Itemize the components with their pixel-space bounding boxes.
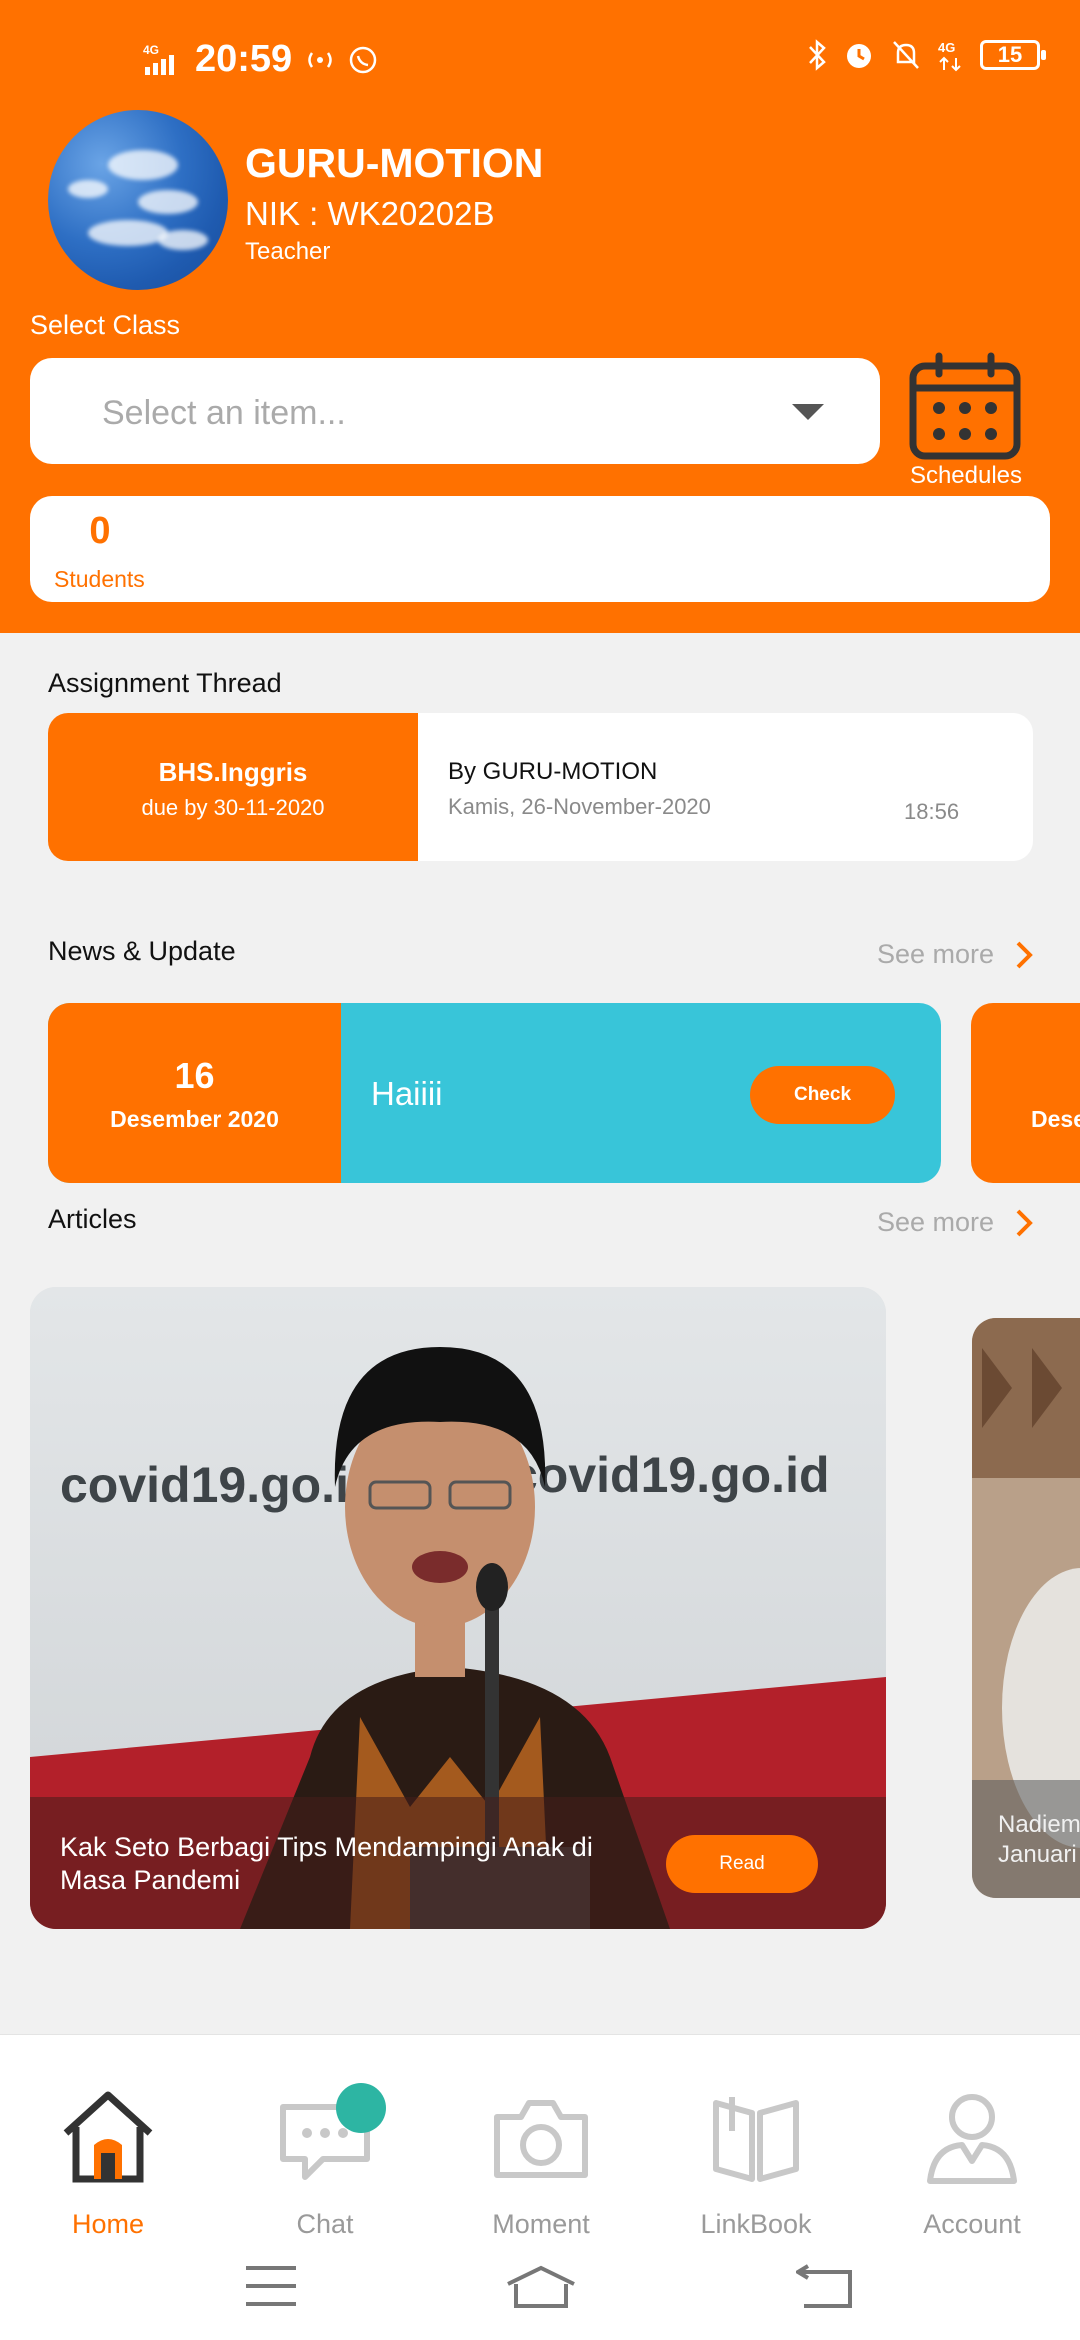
bluetooth-icon <box>809 39 826 71</box>
alarm-icon <box>847 44 871 68</box>
article-card[interactable]: Nadiem Januari <box>972 1318 1080 1898</box>
article-title: Kak Seto Berbagi Tips Mendampingi Anak d… <box>60 1832 593 1895</box>
whatsapp-icon <box>349 46 377 73</box>
article-title: Nadiem Januari <box>998 1811 1080 1868</box>
status-left: 4G 20:59 <box>143 38 378 81</box>
avatar[interactable] <box>48 110 228 290</box>
see-more-label: See more <box>877 939 995 969</box>
nav-moment[interactable]: Moment <box>456 2057 626 2239</box>
nav-home[interactable]: Home <box>23 2057 193 2239</box>
camera-icon <box>494 2100 588 2178</box>
articles-section-title: Articles <box>48 1204 137 1234</box>
assignment-subject-block: BHS.Inggris due by 30-11-2020 <box>48 713 418 861</box>
profile-name: GURU-MOTION <box>245 140 544 186</box>
home-icon <box>63 2091 153 2183</box>
articles-see-more-link[interactable]: See more <box>877 1207 1034 1238</box>
nav-chat[interactable]: Chat <box>240 2057 410 2239</box>
article-card[interactable]: covid19.go.id covid19.go.id Kak Seto Ber… <box>30 1287 886 1929</box>
students-count: 0 <box>89 510 111 552</box>
news-date-block: 16 Desember 2020 <box>48 1003 341 1183</box>
news-month: Desember 2020 <box>110 1106 279 1132</box>
svg-text:covid19.go.id: covid19.go.id <box>60 1457 380 1513</box>
hotspot-icon <box>308 51 332 68</box>
news-see-more-link[interactable]: See more <box>877 939 1034 970</box>
class-select-dropdown[interactable]: Select an item... <box>30 358 880 464</box>
menu-icon[interactable] <box>244 2264 298 2308</box>
battery-icon: 15 <box>980 40 1046 70</box>
assignment-subject: BHS.Inggris <box>158 757 308 787</box>
class-select-placeholder: Select an item... <box>102 394 346 432</box>
article-caption: Nadiem Januari <box>972 1780 1080 1898</box>
system-navigation-bar <box>0 2230 1080 2340</box>
assignment-date: Kamis, 26-November-2020 <box>448 794 711 819</box>
svg-text:covid19.go.id: covid19.go.id <box>510 1447 830 1503</box>
status-right: 4G 15 <box>806 38 1046 72</box>
news-section-title: News & Update <box>48 936 236 966</box>
select-class-label: Select Class <box>30 310 181 340</box>
chevron-right-icon <box>1016 941 1033 968</box>
mute-bell-icon <box>893 41 919 69</box>
chevron-down-icon <box>792 404 824 420</box>
profile-role: Teacher <box>245 238 331 265</box>
chat-notification-badge <box>336 2083 386 2133</box>
assignment-due: due by 30-11-2020 <box>141 795 325 820</box>
network-4g-icon: 4G <box>938 40 961 72</box>
assignment-card[interactable]: BHS.Inggris due by 30-11-2020 By GURU-MO… <box>48 713 1033 861</box>
article-read-button[interactable]: Read <box>666 1835 818 1893</box>
back-icon[interactable] <box>796 2264 854 2308</box>
nav-linkbook[interactable]: LinkBook <box>671 2057 841 2239</box>
students-label: Students <box>54 566 145 592</box>
article-caption: Kak Seto Berbagi Tips Mendampingi Anak d… <box>30 1797 886 1929</box>
assignment-author: By GURU-MOTION <box>448 758 658 785</box>
signal-icon: 4G <box>143 43 174 75</box>
home-nav-icon[interactable] <box>504 2264 578 2308</box>
see-more-label: See more <box>877 1207 995 1237</box>
news-card[interactable]: Dese <box>971 1003 1080 1183</box>
news-card[interactable]: 16 Desember 2020 Haiiii Check <box>48 1003 941 1183</box>
status-bar: 4G 20:59 4G 15 <box>0 30 1080 90</box>
assignment-time: 18:56 <box>904 799 960 824</box>
nav-account[interactable]: Account <box>887 2057 1057 2239</box>
status-time: 20:59 <box>195 38 293 80</box>
news-title: Haiiii <box>371 1075 443 1112</box>
schedules-label: Schedules <box>909 462 1023 489</box>
chevron-right-icon <box>1016 1209 1033 1236</box>
person-icon <box>927 2094 1017 2184</box>
profile-nik: NIK : WK20202B <box>245 195 495 232</box>
calendar-icon <box>909 352 1021 460</box>
news-check-button[interactable]: Check <box>750 1066 895 1124</box>
students-card[interactable]: 0 Students <box>30 496 1050 602</box>
assignment-section-title: Assignment Thread <box>48 668 282 698</box>
news-month: Dese <box>1031 1106 1080 1132</box>
news-day: 16 <box>174 1055 215 1096</box>
svg-text:4G: 4G <box>938 40 955 55</box>
book-icon <box>713 2097 799 2182</box>
profile-header: 4G 20:59 4G 15 GURU-MOTION NIK: WK20202… <box>0 0 1080 633</box>
svg-text:4G: 4G <box>143 43 159 57</box>
